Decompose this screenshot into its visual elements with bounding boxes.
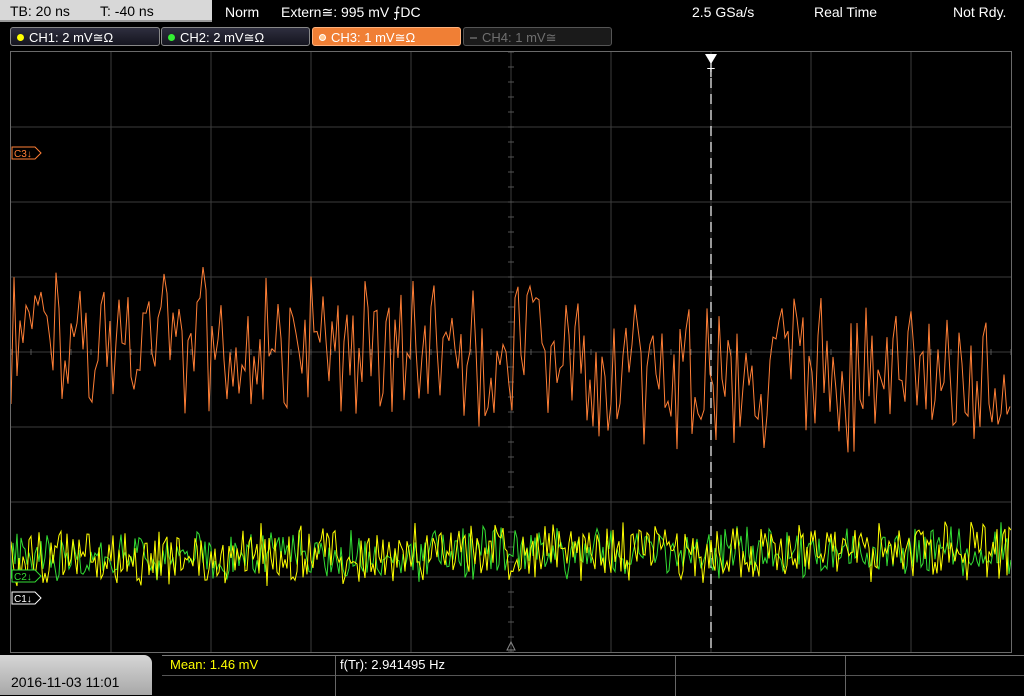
channel-2-indicator-icon bbox=[168, 34, 175, 41]
waveform-display[interactable]: T C3↓ C2↓ C1↓ bbox=[10, 51, 1012, 653]
bottom-bar: 2016-11-03 11:01 Mean: 1.46 mV f(Tr): 2.… bbox=[0, 655, 1024, 696]
run-status: Not Rdy. bbox=[953, 4, 1007, 20]
channel-4-label: CH4: 1 mV≅ bbox=[482, 30, 557, 45]
timebase-box[interactable]: TB: 20 ns T: -40 ns bbox=[0, 0, 212, 22]
channel-bar: CH1: 2 mV≅Ω CH2: 2 mV≅Ω CH3: 1 mV≅Ω CH4:… bbox=[0, 26, 1024, 48]
measurement-panel[interactable]: Mean: 1.46 mV f(Tr): 2.941495 Hz bbox=[162, 655, 1024, 696]
measurement-divider bbox=[162, 675, 1024, 676]
ch1-offset-marker[interactable]: C1↓ bbox=[11, 591, 42, 605]
ch3-marker-label: C3↓ bbox=[14, 149, 32, 160]
measurement-column-divider bbox=[335, 656, 336, 696]
timebase-label: TB: 20 ns bbox=[10, 3, 70, 19]
channel-1-label: CH1: 2 mV≅Ω bbox=[29, 30, 114, 45]
channel-1-indicator-icon bbox=[17, 34, 24, 41]
trigger-mode[interactable]: Norm bbox=[225, 0, 259, 24]
channel-1-button[interactable]: CH1: 2 mV≅Ω bbox=[10, 27, 160, 46]
ch3-offset-marker[interactable]: C3↓ bbox=[11, 146, 42, 160]
trigger-marker-label: T bbox=[707, 65, 715, 80]
top-status-bar: TB: 20 ns T: -40 ns Norm Extern≅: 995 mV… bbox=[0, 0, 1024, 24]
channel-3-indicator-icon bbox=[319, 34, 326, 41]
channel-4-indicator-icon bbox=[470, 37, 477, 39]
measurement-column-divider bbox=[845, 656, 846, 696]
mean-measurement: Mean: 1.46 mV bbox=[170, 657, 259, 672]
trigger-position-icon[interactable] bbox=[705, 54, 717, 64]
channel-2-button[interactable]: CH2: 2 mV≅Ω bbox=[161, 27, 310, 46]
channel-4-button[interactable]: CH4: 1 mV≅ bbox=[463, 27, 612, 46]
datetime-label: 2016-11-03 11:01 bbox=[11, 674, 120, 690]
acquisition-mode[interactable]: Real Time bbox=[814, 0, 877, 24]
trigger-source[interactable]: Extern≅: 995 mV ⨍DC bbox=[281, 0, 421, 24]
channel-3-label: CH3: 1 mV≅Ω bbox=[331, 30, 416, 45]
waveform-svg: T C3↓ C2↓ C1↓ bbox=[11, 52, 1011, 652]
measurement-column-divider bbox=[675, 656, 676, 696]
ch2-marker-label: C2↓ bbox=[14, 572, 32, 583]
datetime-box: 2016-11-03 11:01 bbox=[0, 655, 152, 695]
frequency-measurement: f(Tr): 2.941495 Hz bbox=[340, 657, 446, 672]
ch2-offset-marker[interactable]: C2↓ bbox=[11, 569, 42, 583]
channel-3-button[interactable]: CH3: 1 mV≅Ω bbox=[312, 27, 461, 46]
channel-2-label: CH2: 2 mV≅Ω bbox=[180, 30, 265, 45]
sample-rate: 2.5 GSa/s bbox=[692, 4, 755, 20]
trigger-time-label: T: -40 ns bbox=[100, 3, 154, 19]
ch1-marker-label: C1↓ bbox=[14, 594, 32, 605]
